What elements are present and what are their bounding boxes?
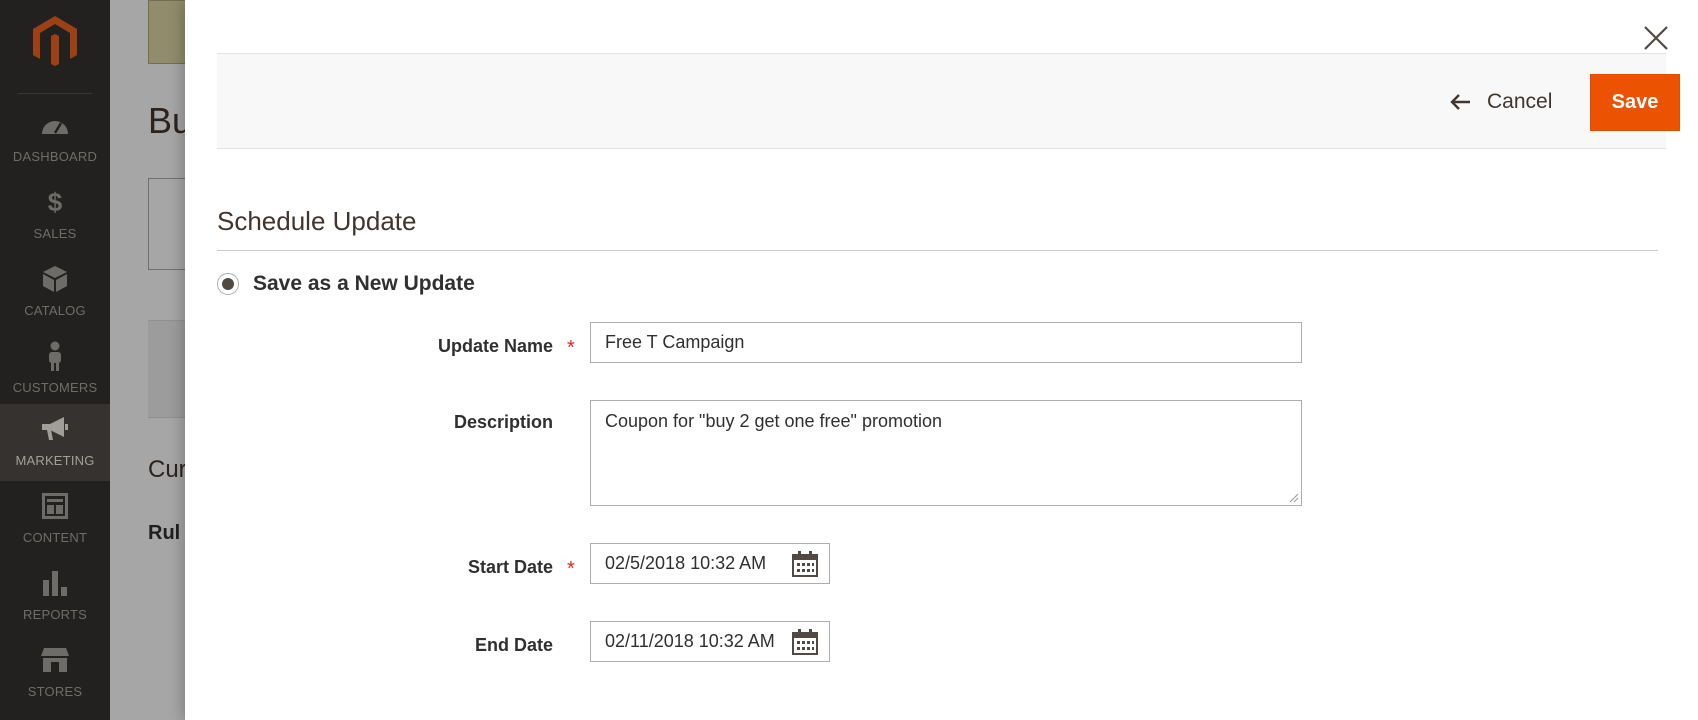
cancel-button[interactable]: Cancel — [1449, 84, 1552, 120]
calendar-icon[interactable] — [791, 628, 819, 656]
end-date-value: 02/11/2018 10:32 AM — [605, 631, 775, 651]
save-button[interactable]: Save — [1590, 74, 1680, 131]
start-date-field[interactable]: 02/5/2018 10:32 AM — [590, 543, 830, 584]
start-date-label: Start Date — [467, 557, 553, 577]
description-label: Description — [453, 412, 553, 432]
resize-handle-icon[interactable] — [1289, 493, 1299, 503]
arrow-left-icon — [1450, 94, 1470, 110]
close-icon[interactable] — [1638, 20, 1674, 56]
form-labels: Update Name Description Start Date End D… — [185, 0, 553, 720]
end-date-field[interactable]: 02/11/2018 10:32 AM — [590, 621, 830, 662]
update-name-field[interactable]: Free T Campaign — [590, 322, 1302, 363]
start-date-value: 02/5/2018 10:32 AM — [605, 553, 767, 573]
required-marker: * — [567, 337, 575, 359]
update-name-value: Free T Campaign — [605, 332, 745, 352]
calendar-icon[interactable] — [791, 550, 819, 578]
description-value: Coupon for "buy 2 get one free" promotio… — [605, 411, 942, 431]
update-name-label: Update Name — [437, 336, 553, 356]
modal-backdrop[interactable] — [0, 0, 185, 720]
end-date-label: End Date — [474, 635, 553, 655]
description-field[interactable]: Coupon for "buy 2 get one free" promotio… — [590, 400, 1302, 506]
required-marker: * — [567, 558, 575, 580]
cancel-button-label: Cancel — [1487, 90, 1553, 113]
schedule-update-modal: Cancel Save Schedule Update Save as a Ne… — [185, 0, 1698, 720]
